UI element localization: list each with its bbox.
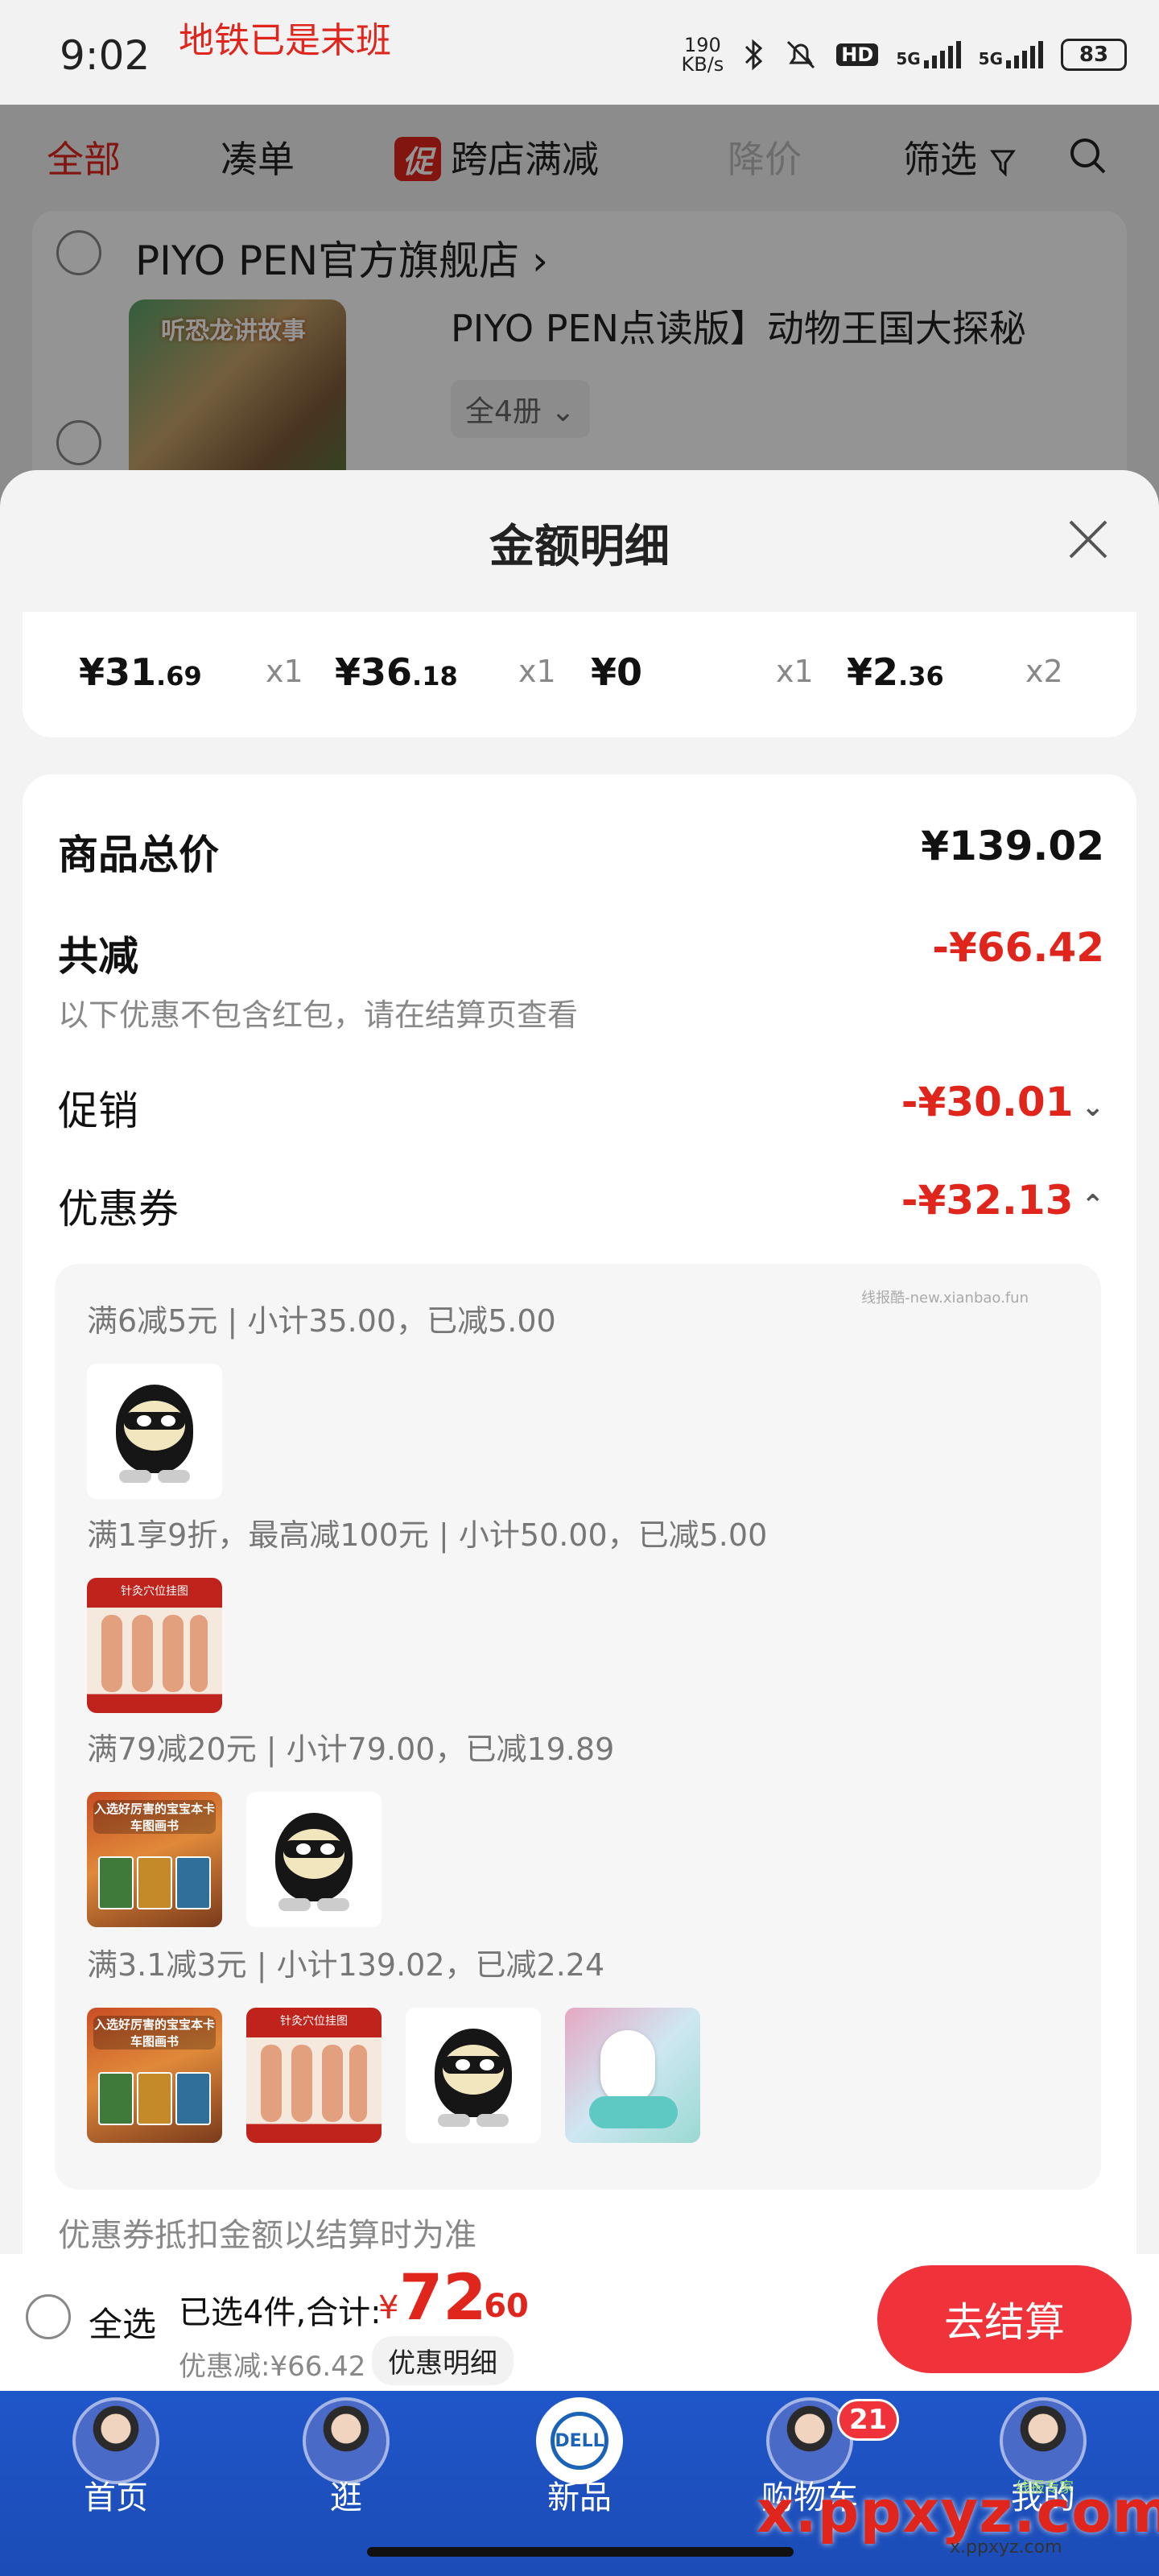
coupon-detail-panel: 线报酷-new.xianbao.fun 满6减5元 | 小计35.00，已减5.… — [55, 1264, 1101, 2190]
network-speed: 190 KB/s — [682, 35, 724, 74]
nav-item-new[interactable]: DELL 新品 — [499, 2391, 660, 2528]
item-price: ¥0 — [591, 650, 643, 694]
item-qty: x1 — [266, 654, 303, 689]
product-thumb-acupoint-chart: 针灸穴位挂图 — [246, 2008, 382, 2143]
summary-label: 已选4件,合计: — [179, 2294, 382, 2331]
product-thumb-acupoint-chart: 针灸穴位挂图 — [87, 1578, 222, 1713]
saved-amount: 优惠减:¥66.42 — [179, 2351, 366, 2383]
discount-value: -¥66.42 — [932, 924, 1104, 971]
coupon-rule: 满3.1减3元 | 小计139.02，已减2.24 — [87, 1947, 605, 1983]
acupoint-thumb-title: 针灸穴位挂图 — [280, 2015, 348, 2028]
coupon-rule: 满79减20元 | 小计79.00，已减19.89 — [87, 1732, 615, 1767]
item-qty: x1 — [776, 654, 814, 689]
mute-bell-icon — [787, 40, 815, 69]
discount-note: 以下优惠不包含红包，请在结算页查看 — [58, 997, 579, 1033]
status-time: 9:02 — [60, 32, 151, 79]
site-watermark-tag: 线报专家 — [1016, 2479, 1074, 2496]
battery-icon: 83 — [1061, 39, 1127, 71]
signal-label-2: 5G — [978, 49, 1003, 68]
item-price: ¥36.18 — [335, 650, 458, 694]
select-all-radio-icon[interactable] — [26, 2294, 71, 2339]
product-thumb-gadget — [565, 2008, 700, 2143]
nav-label: 新品 — [547, 2479, 612, 2516]
nav-item-browse[interactable]: 逛 — [266, 2391, 427, 2528]
product-thumb-picturebook: 入选好厉害的宝宝本卡车图画书 — [87, 2008, 222, 2143]
settle-note: 优惠券抵扣金额以结算时为准 — [58, 2217, 476, 2254]
checkout-button[interactable]: 去结算 — [877, 2265, 1132, 2373]
picturebook-thumb-title: 入选好厉害的宝宝本卡车图画书 — [93, 1800, 216, 1834]
promo-value: -¥30.01 — [901, 1079, 1074, 1125]
summary-currency: ¥ — [378, 2289, 399, 2326]
nav-label: 逛 — [330, 2479, 362, 2516]
dell-logo-text: DELL — [551, 2412, 608, 2470]
product-thumb-picturebook: 入选好厉害的宝宝本卡车图画书 — [87, 1792, 222, 1927]
signal-bars-icon-2: 5G — [979, 41, 1043, 68]
sheet-title: 金额明细 — [489, 521, 670, 573]
network-speed-unit: KB/s — [681, 53, 724, 76]
select-all-label[interactable]: 全选 — [89, 2297, 156, 2347]
item-price: ¥31.69 — [79, 650, 202, 694]
nav-item-home[interactable]: 首页 — [35, 2391, 196, 2528]
notification-overlay-text: 地铁已是末班 — [179, 20, 391, 61]
coupon-value: -¥32.13 — [901, 1177, 1074, 1224]
total-label: 商品总价 — [58, 832, 219, 878]
watermark-text: 线报酷-new.xianbao.fun — [861, 1290, 1029, 1307]
product-thumb-mascot — [87, 1364, 222, 1499]
price-detail-sheet: 金额明细 ¥31.69 x1 ¥36.18 x1 ¥0 x1 ¥2.36 x2 … — [0, 470, 1159, 2254]
product-thumb-mascot — [406, 2008, 541, 2143]
home-indicator[interactable] — [367, 2547, 794, 2557]
chevron-down-icon: ⌄ — [1081, 1091, 1105, 1123]
acupoint-thumb-title: 针灸穴位挂图 — [121, 1585, 188, 1598]
item-price-strip: ¥31.69 x1 ¥36.18 x1 ¥0 x1 ¥2.36 x2 — [23, 612, 1136, 737]
coupon-rule: 满1享9折，最高减100元 | 小计50.00，已减5.00 — [87, 1517, 768, 1553]
signal-bars-icon: 5G — [896, 41, 961, 68]
price-breakdown-card: 商品总价 ¥139.02 共减 -¥66.42 以下优惠不包含红包，请在结算页查… — [23, 774, 1136, 2254]
signal-label: 5G — [896, 49, 921, 68]
promo-row-toggle[interactable]: -¥30.01 ⌄ — [901, 1079, 1104, 1125]
summary-total-decimal: .60 — [472, 2288, 529, 2325]
network-speed-value: 190 — [683, 34, 721, 56]
close-icon[interactable] — [1062, 514, 1114, 565]
status-bar: 9:02 地铁已是末班 190 KB/s HD 5G 5G 83 — [0, 0, 1159, 105]
chevron-up-icon: ⌃ — [1081, 1189, 1105, 1221]
product-thumb-mascot — [246, 1792, 382, 1927]
checkout-bar: 全选 已选4件,合计: ¥ 72 .60 优惠减:¥66.42 优惠明细 去结算 — [0, 2254, 1159, 2391]
bluetooth-icon — [745, 39, 763, 71]
discount-label: 共减 — [58, 933, 138, 980]
promo-label: 促销 — [58, 1088, 138, 1134]
site-watermark-small: x.ppxyz.com — [950, 2537, 1062, 2557]
item-qty: x1 — [518, 654, 556, 689]
nav-label: 首页 — [84, 2479, 148, 2516]
status-icons: 190 KB/s HD 5G 5G 83 — [682, 35, 1127, 74]
coupon-label: 优惠券 — [58, 1186, 179, 1232]
coupon-row-toggle[interactable]: -¥32.13 ⌃ — [901, 1177, 1104, 1224]
item-qty: x2 — [1025, 654, 1063, 689]
picturebook-thumb-title: 入选好厉害的宝宝本卡车图画书 — [93, 2016, 216, 2050]
hd-icon: HD — [836, 43, 879, 66]
cart-count-badge: 21 — [837, 2399, 900, 2441]
site-watermark: x.ppxyz.com — [757, 2478, 1159, 2545]
item-price: ¥2.36 — [847, 650, 944, 694]
coupon-rule: 满6减5元 | 小计35.00，已减5.00 — [87, 1303, 556, 1339]
discount-detail-button[interactable]: 优惠明细 — [372, 2336, 514, 2385]
total-value: ¥139.02 — [921, 823, 1104, 869]
